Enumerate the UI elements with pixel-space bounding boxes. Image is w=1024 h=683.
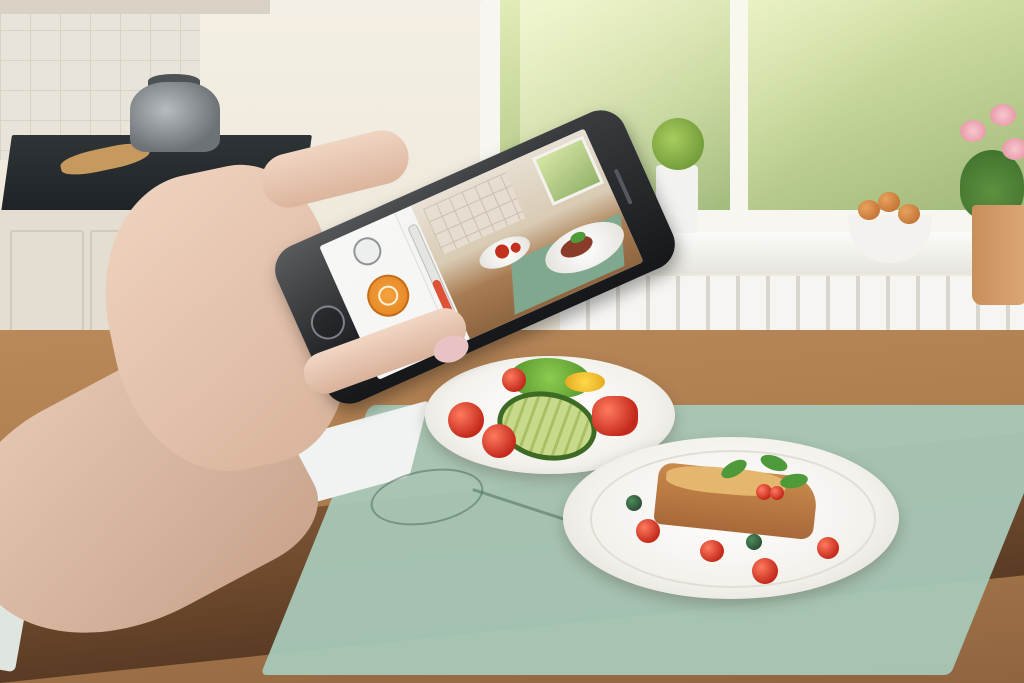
camera-mode-icon[interactable] bbox=[348, 232, 386, 270]
olive bbox=[626, 495, 642, 511]
flower bbox=[990, 104, 1016, 126]
fruit bbox=[878, 192, 900, 212]
flower bbox=[960, 120, 986, 142]
fruit bbox=[858, 200, 880, 220]
tomato bbox=[502, 368, 526, 392]
kitchen-scene: ⟲ bbox=[0, 0, 1024, 683]
tomato bbox=[448, 402, 484, 438]
flower bbox=[1002, 138, 1024, 160]
yellow-pepper bbox=[565, 372, 605, 392]
berry bbox=[770, 486, 784, 500]
tomato-slices bbox=[592, 396, 638, 436]
fruit bbox=[898, 204, 920, 224]
cherry-tomato bbox=[752, 558, 778, 584]
flower-pot bbox=[972, 205, 1024, 305]
cherry-tomato bbox=[700, 540, 724, 562]
cherry-tomato bbox=[817, 537, 839, 559]
potted-plant bbox=[652, 118, 704, 170]
shutter-ring bbox=[375, 282, 402, 309]
kettle bbox=[130, 82, 220, 152]
upper-cabinet bbox=[0, 0, 270, 14]
tomato bbox=[482, 424, 516, 458]
shutter-icon[interactable] bbox=[360, 267, 416, 324]
olive bbox=[746, 534, 762, 550]
cherry-tomato bbox=[636, 519, 660, 543]
